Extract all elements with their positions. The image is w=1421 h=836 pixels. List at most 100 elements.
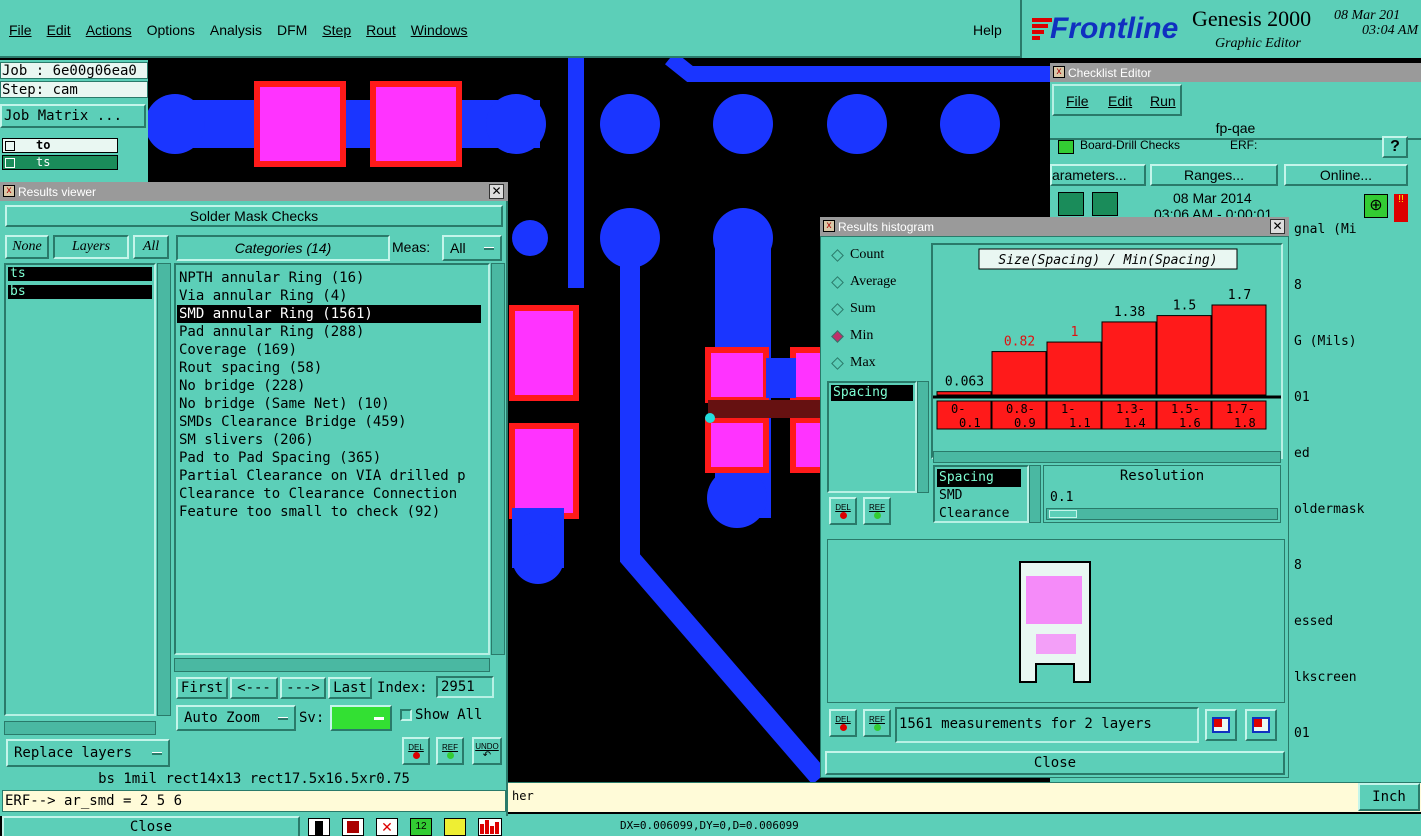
close-icon[interactable]: ✕ [489, 184, 504, 199]
hist-ref-button[interactable]: REF [863, 497, 891, 525]
categories-hscrollbar[interactable] [174, 658, 490, 672]
stop-icon[interactable] [1092, 192, 1118, 216]
radio-diamond-icon[interactable] [831, 248, 844, 262]
tool-icon-5[interactable] [444, 818, 466, 836]
ref-button[interactable]: REF [436, 737, 464, 765]
categories-list[interactable]: NPTH annular Ring (16) Via annular Ring (… [174, 263, 490, 655]
slider-thumb[interactable] [1049, 510, 1077, 518]
histogram-close-button[interactable]: Close [825, 751, 1285, 775]
histogram-chart[interactable]: Size(Spacing) / Min(Spacing) 0.063 0-0.1 0.… [933, 245, 1281, 457]
results-viewer-titlebar[interactable]: x Results viewer ✕ [0, 182, 508, 201]
checklist-menu-edit[interactable]: Edit [1108, 93, 1132, 109]
window-menu-icon[interactable]: x [3, 185, 15, 197]
measure-list-scrollbar[interactable] [917, 381, 929, 493]
histogram-bar[interactable] [1211, 304, 1267, 396]
undo-button[interactable]: UNDO ↶ [472, 737, 502, 765]
layer-row-to[interactable]: to [2, 138, 118, 153]
hist-ref2-button[interactable]: REF [863, 709, 891, 737]
online-button[interactable]: Online... [1284, 164, 1408, 186]
hist-del-button[interactable]: DEL [829, 497, 857, 525]
units-button[interactable]: Inch [1358, 783, 1420, 811]
job-matrix-button[interactable]: Job Matrix ... [0, 104, 146, 128]
menu-dfm[interactable]: DFM [277, 22, 307, 38]
menu-analysis[interactable]: Analysis [210, 22, 262, 38]
layer-list-hscrollbar[interactable] [4, 721, 156, 735]
list-item[interactable]: NPTH annular Ring (16) [179, 269, 488, 287]
menu-actions[interactable]: Actions [86, 22, 132, 38]
option-sum[interactable]: Sum [829, 299, 876, 319]
replace-layers-dropdown[interactable]: Replace layers [6, 739, 170, 767]
layers-tab[interactable]: Layers [53, 235, 129, 259]
first-button[interactable]: First [176, 677, 228, 699]
meas-dropdown[interactable]: All [442, 235, 502, 261]
list-item[interactable]: Spacing [831, 385, 913, 401]
list-item[interactable]: Coverage (169) [179, 341, 488, 359]
ranges-button[interactable]: Ranges... [1150, 164, 1278, 186]
window-menu-icon[interactable]: x [823, 220, 835, 232]
list-item[interactable]: Pad annular Ring (288) [179, 323, 488, 341]
checklist-menu-file[interactable]: File [1066, 93, 1089, 109]
layer-checkbox[interactable] [5, 158, 15, 168]
menu-file[interactable]: File [9, 22, 32, 38]
categories-tab[interactable]: Categories (14) [176, 235, 390, 261]
checklist-titlebar[interactable]: x Checklist Editor [1050, 63, 1421, 82]
list-item[interactable]: Via annular Ring (4) [179, 287, 488, 305]
option-count[interactable]: Count [829, 245, 884, 265]
list-item[interactable]: Spacing [937, 469, 1021, 487]
menu-rout[interactable]: Rout [366, 22, 396, 38]
list-item[interactable]: Pad to Pad Spacing (365) [179, 449, 488, 467]
chart-icon[interactable] [478, 818, 502, 836]
class-list[interactable]: Spacing SMD Clearance [933, 465, 1029, 523]
layer-checkbox[interactable] [5, 141, 15, 151]
run-icon[interactable] [1058, 192, 1084, 216]
none-button[interactable]: None [5, 235, 49, 259]
list-item[interactable]: Rout spacing (58) [179, 359, 488, 377]
list-item[interactable]: Partial Clearance on VIA drilled p [179, 467, 488, 485]
histogram-bar[interactable] [936, 391, 992, 396]
radio-diamond-icon[interactable] [831, 302, 844, 316]
radio-diamond-icon[interactable] [831, 329, 844, 343]
categories-scrollbar[interactable] [491, 263, 505, 655]
last-button[interactable]: Last [328, 677, 372, 699]
tool-icon-1[interactable] [308, 818, 330, 836]
sv-color-dropdown[interactable] [330, 705, 392, 731]
close-icon[interactable]: ✕ [1270, 219, 1285, 234]
all-button[interactable]: All [133, 235, 169, 259]
tool-icon-2[interactable] [342, 818, 364, 836]
option-average[interactable]: Average [829, 272, 896, 292]
option-min[interactable]: Min [829, 326, 873, 346]
list-item[interactable]: bs [8, 285, 152, 299]
radio-diamond-icon[interactable] [831, 356, 844, 370]
list-item[interactable]: SMDs Clearance Bridge (459) [179, 413, 488, 431]
list-item[interactable]: ts [8, 267, 152, 281]
erf-field[interactable]: ERF--> ar_smd = 2 5 6 [2, 790, 506, 812]
hist-del2-button[interactable]: DEL [829, 709, 857, 737]
list-item[interactable]: SMD annular Ring (1561) [177, 305, 481, 323]
histogram-bar[interactable] [1101, 321, 1157, 396]
measure-list[interactable]: Spacing [827, 381, 917, 493]
list-item[interactable]: Clearance [937, 505, 1025, 523]
tool-icon-4[interactable]: 12 [410, 818, 432, 836]
menu-edit[interactable]: Edit [47, 22, 71, 38]
layer-list-scrollbar[interactable] [157, 263, 171, 716]
list-item[interactable]: SM slivers (206) [179, 431, 488, 449]
results-viewer-close-button[interactable]: Close [2, 816, 300, 836]
chart-hscrollbar[interactable] [933, 451, 1281, 463]
list-item[interactable]: Clearance to Clearance Connection [179, 485, 488, 503]
zoom-icon[interactable]: ⊕ [1364, 194, 1388, 218]
prev-button[interactable]: <--- [230, 677, 278, 699]
index-field[interactable]: 2951 [436, 676, 494, 698]
zoom-home-icon[interactable] [1245, 709, 1277, 741]
menu-windows[interactable]: Windows [411, 22, 468, 38]
histogram-bar[interactable] [1156, 315, 1212, 396]
help-button[interactable]: ? [1382, 136, 1408, 158]
zoom-layers-icon[interactable] [1205, 709, 1237, 741]
menu-help[interactable]: Help [973, 22, 1002, 38]
tool-icon-3[interactable]: ✕ [376, 818, 398, 836]
histogram-titlebar[interactable]: x Results histogram ✕ [820, 217, 1289, 236]
menu-options[interactable]: Options [147, 22, 195, 38]
auto-zoom-dropdown[interactable]: Auto Zoom [176, 705, 296, 731]
option-max[interactable]: Max [829, 353, 876, 373]
list-item[interactable]: No bridge (228) [179, 377, 488, 395]
resolution-slider[interactable] [1046, 508, 1278, 520]
